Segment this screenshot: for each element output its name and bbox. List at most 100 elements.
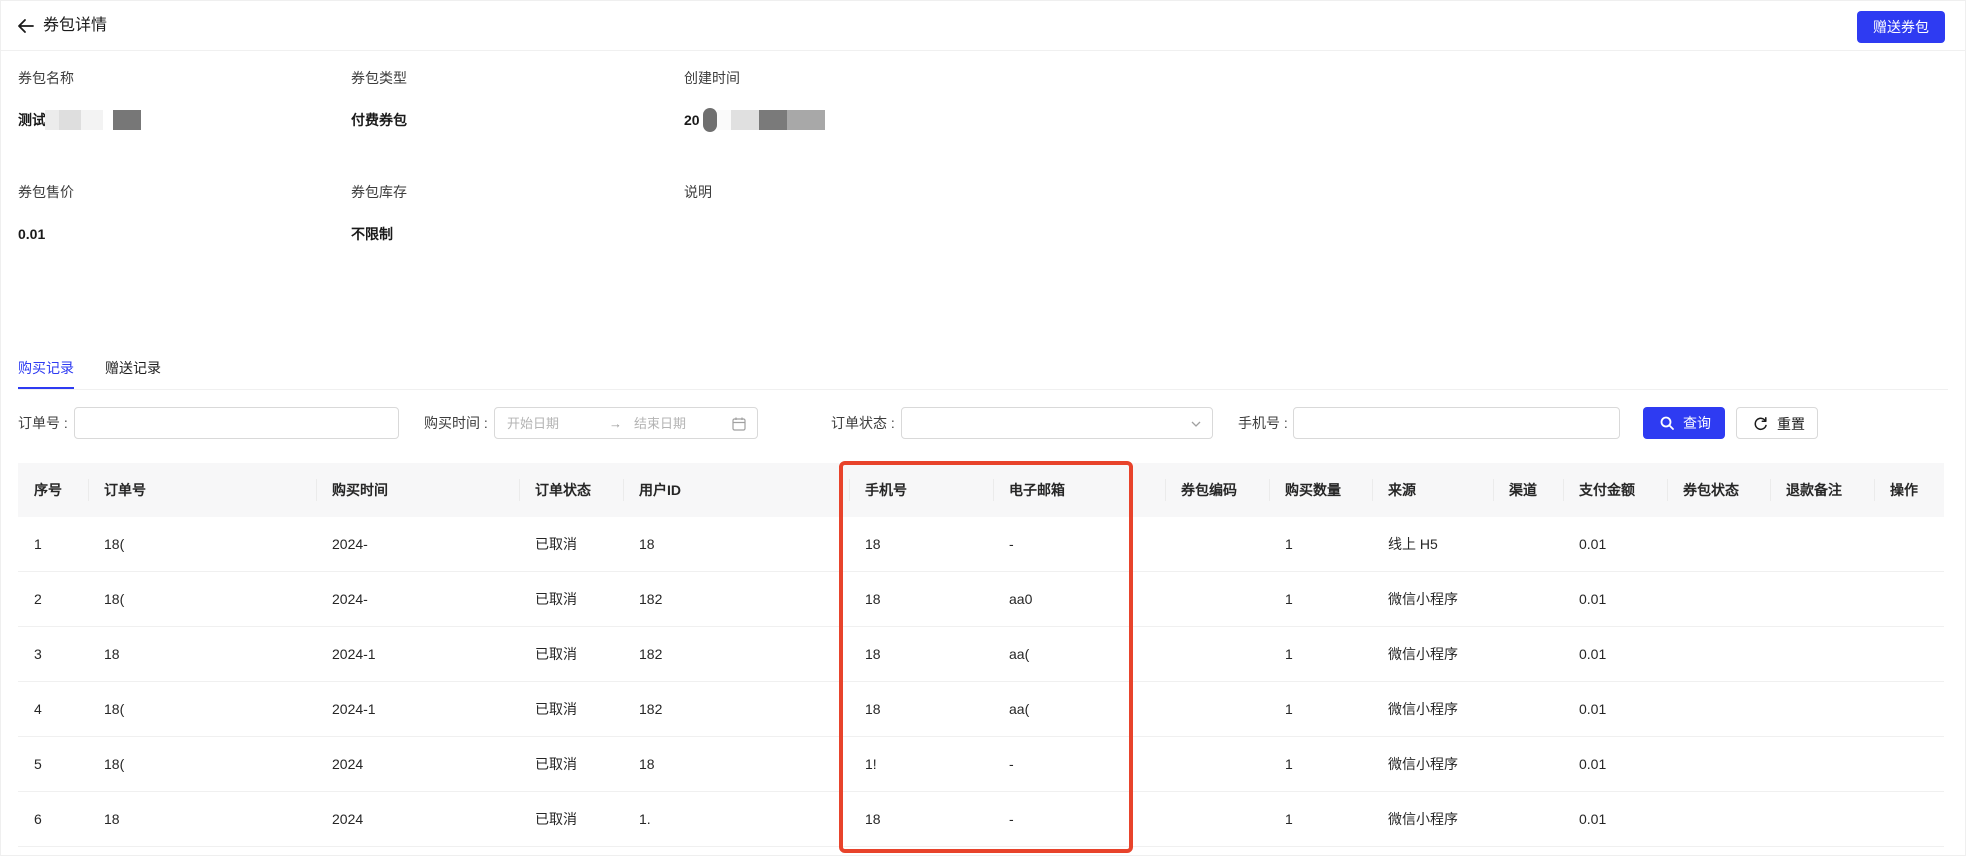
cell-purchase-time: 2024- <box>332 591 368 607</box>
cell-source: 微信小程序 <box>1388 701 1458 717</box>
column-header-purchase-time: 购买时间 <box>332 482 388 498</box>
order-status-select[interactable] <box>901 407 1213 439</box>
cell-order-status: 已取消 <box>535 756 577 772</box>
cell-order-status: 已取消 <box>535 646 577 662</box>
end-date-placeholder[interactable]: 结束日期 <box>634 415 686 433</box>
cell-index: 3 <box>34 646 42 662</box>
column-header-index: 序号 <box>34 482 62 498</box>
query-button[interactable]: 查询 <box>1643 407 1725 439</box>
column-separator <box>1874 479 1875 501</box>
cell-source: 微信小程序 <box>1388 756 1458 772</box>
stock-label: 券包库存 <box>351 184 407 200</box>
tab-gift-records[interactable]: 赠送记录 <box>105 358 161 378</box>
description-label: 说明 <box>684 184 712 200</box>
cell-quantity: 1 <box>1285 591 1293 607</box>
purchase-time-range-picker[interactable]: 开始日期 → 结束日期 <box>494 407 758 439</box>
chevron-down-icon <box>1191 421 1201 427</box>
cell-order-number: 18 <box>104 811 120 827</box>
column-separator <box>623 479 624 501</box>
column-separator <box>1372 479 1373 501</box>
column-header-quantity: 购买数量 <box>1285 482 1341 498</box>
column-separator <box>519 479 520 501</box>
cell-amount: 0.01 <box>1579 811 1607 827</box>
type-label: 券包类型 <box>351 70 407 86</box>
phone-input[interactable] <box>1293 407 1620 439</box>
created-label: 创建时间 <box>684 70 740 86</box>
cell-order-number: 18( <box>104 536 125 552</box>
purchase-time-label: 购买时间 : <box>424 415 488 431</box>
page-title: 券包详情 <box>43 17 108 34</box>
cell-order-status: 已取消 <box>535 701 577 717</box>
cell-order-number: 18( <box>104 591 125 607</box>
order-status-label: 订单状态 : <box>831 415 895 431</box>
cell-order-number: 18 <box>104 646 120 662</box>
cell-order-status: 已取消 <box>535 536 577 552</box>
start-date-placeholder[interactable]: 开始日期 <box>507 415 559 433</box>
calendar-icon <box>732 417 746 431</box>
column-separator <box>1770 479 1771 501</box>
cell-purchase-time: 2024 <box>332 811 364 827</box>
column-header-order-number: 订单号 <box>104 482 146 498</box>
stock-value: 不限制 <box>351 226 393 242</box>
arrow-left-icon[interactable] <box>15 15 37 37</box>
column-separator <box>1269 479 1270 501</box>
column-header-package-code: 券包编码 <box>1181 482 1237 498</box>
column-header-channel: 渠道 <box>1509 482 1537 498</box>
cell-source: 线上 H5 <box>1388 536 1438 552</box>
cell-purchase-time: 2024-1 <box>332 701 376 717</box>
cell-quantity: 1 <box>1285 536 1293 552</box>
column-header-order-status: 订单状态 <box>535 482 591 498</box>
redacted-name <box>45 108 141 132</box>
reset-button-label: 重置 <box>1777 416 1805 432</box>
cell-order-number: 18( <box>104 701 125 717</box>
order-number-input[interactable] <box>74 407 399 439</box>
cell-index: 6 <box>34 811 42 827</box>
created-value: 20 <box>684 112 700 128</box>
column-header-action: 操作 <box>1890 482 1918 498</box>
cell-amount: 0.01 <box>1579 701 1607 717</box>
cell-order-status: 已取消 <box>535 591 577 607</box>
cell-amount: 0.01 <box>1579 756 1607 772</box>
column-separator <box>1165 479 1166 501</box>
cell-amount: 0.01 <box>1579 591 1607 607</box>
phone-label: 手机号 : <box>1238 415 1288 431</box>
name-value: 测试 <box>18 112 46 128</box>
cell-order-number: 18( <box>104 756 125 772</box>
cell-quantity: 1 <box>1285 811 1293 827</box>
cell-source: 微信小程序 <box>1388 591 1458 607</box>
cell-user-id: 18 <box>639 756 655 772</box>
column-separator <box>1563 479 1564 501</box>
query-button-label: 查询 <box>1683 415 1711 431</box>
cell-purchase-time: 2024- <box>332 536 368 552</box>
cell-purchase-time: 2024-1 <box>332 646 376 662</box>
cell-amount: 0.01 <box>1579 536 1607 552</box>
cell-user-id: 182 <box>639 701 663 717</box>
cell-index: 5 <box>34 756 42 772</box>
cell-user-id: 18 <box>639 536 655 552</box>
type-value: 付费券包 <box>351 112 407 128</box>
cell-user-id: 182 <box>639 646 663 662</box>
column-separator <box>88 479 89 501</box>
column-header-package-status: 券包状态 <box>1683 482 1739 498</box>
refresh-icon <box>1754 417 1767 431</box>
date-range-arrow: → <box>609 416 622 431</box>
cell-user-id: 182 <box>639 591 663 607</box>
gift-coupon-package-button[interactable]: 赠送券包 <box>1857 11 1945 43</box>
search-icon <box>1660 416 1674 430</box>
highlight-annotation-box <box>839 461 1133 853</box>
column-header-source: 来源 <box>1388 482 1416 498</box>
cell-index: 2 <box>34 591 42 607</box>
name-label: 券包名称 <box>18 70 74 86</box>
cell-purchase-time: 2024 <box>332 756 364 772</box>
cell-index: 4 <box>34 701 42 717</box>
tabs-divider <box>18 389 1948 390</box>
cell-index: 1 <box>34 536 42 552</box>
cell-quantity: 1 <box>1285 756 1293 772</box>
page-header: 券包详情 赠送券包 <box>1 1 1966 51</box>
price-value: 0.01 <box>18 226 46 242</box>
price-label: 券包售价 <box>18 184 74 200</box>
tab-purchase-records[interactable]: 购买记录 <box>18 358 74 378</box>
reset-button[interactable]: 重置 <box>1736 407 1818 439</box>
cell-source: 微信小程序 <box>1388 811 1458 827</box>
cell-source: 微信小程序 <box>1388 646 1458 662</box>
